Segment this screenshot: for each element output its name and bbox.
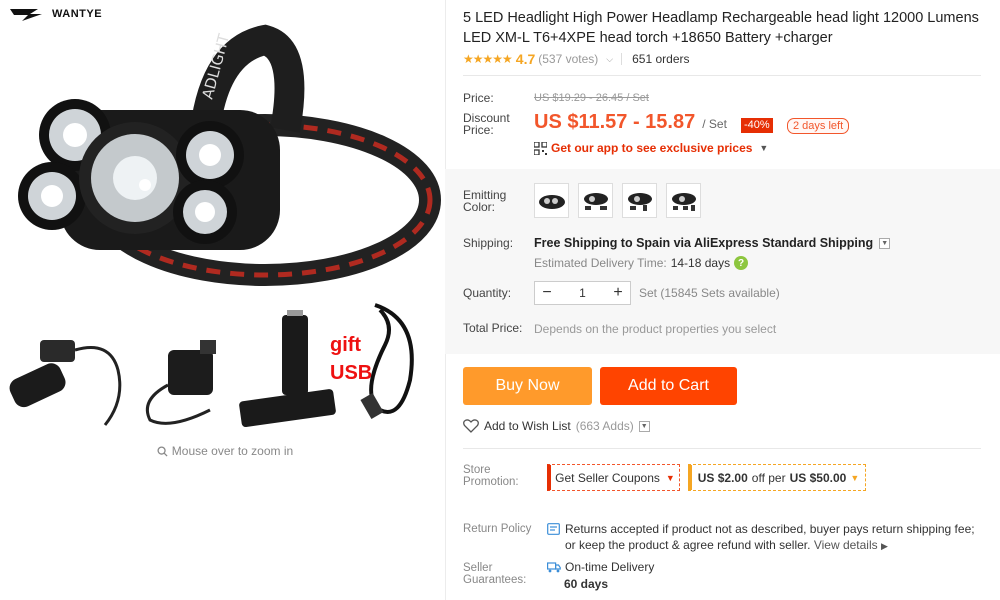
- delivery-estimate: Estimated Delivery Time: 14-18 days ?: [534, 256, 749, 270]
- emitting-color-label: Emitting Color:: [463, 188, 507, 214]
- original-price: US $19.29 - 26.45 / Set: [534, 92, 649, 104]
- decrement-button[interactable]: −: [535, 282, 559, 304]
- help-icon[interactable]: ?: [734, 256, 749, 270]
- color-swatch[interactable]: [578, 183, 613, 218]
- view-details-link[interactable]: View details ▶: [814, 538, 888, 552]
- return-policy-text: Returns accepted if product not as descr…: [565, 522, 975, 552]
- zoom-hint-text: Mouse over to zoom in: [171, 444, 294, 458]
- batteries: [239, 310, 336, 428]
- heart-icon: [463, 419, 479, 433]
- seller-guarantees-label: Seller Guarantees:: [463, 562, 527, 586]
- return-policy-label: Return Policy: [463, 523, 532, 535]
- delivery-truck-icon: [547, 561, 561, 572]
- quantity-input[interactable]: 1: [559, 286, 606, 300]
- guarantee-text: On-time Delivery: [565, 560, 655, 574]
- zoom-hint: Mouse over to zoom in: [0, 444, 450, 458]
- caret-down-icon: ▼: [850, 472, 860, 483]
- caret-down-icon: ▼: [759, 143, 769, 153]
- usb-cable: [369, 303, 414, 414]
- total-price-label: Total Price:: [463, 321, 523, 335]
- brand-logo: WANTYE: [8, 6, 102, 22]
- gift-text: gift: [330, 334, 361, 356]
- buy-now-button[interactable]: Buy Now: [463, 367, 592, 405]
- quantity-stepper: − 1 +: [534, 281, 631, 305]
- shipping-method[interactable]: Free Shipping to Spain via AliExpress St…: [534, 236, 891, 250]
- store-promotion-label: Store Promotion:: [463, 464, 519, 488]
- wall-charger: [145, 340, 216, 425]
- divider: [621, 53, 623, 65]
- wishlist-count: (663 Adds): [575, 419, 634, 433]
- brand-name: WANTYE: [52, 8, 103, 20]
- chevron-down-icon[interactable]: ▼: [638, 420, 650, 432]
- get-seller-coupons-button[interactable]: Get Seller Coupons ▼: [547, 464, 680, 491]
- deal-amount: US $2.00: [697, 470, 748, 485]
- app-promo-link[interactable]: Get our app to see exclusive prices ▼: [534, 141, 768, 155]
- discount-badge: -40%: [741, 118, 773, 133]
- orders-count: 651 orders: [632, 52, 690, 66]
- divider: [463, 448, 981, 449]
- guarantee-item: On-time Delivery: [547, 560, 654, 574]
- product-image[interactable]: ADLIGHT gift USB: [0, 0, 450, 440]
- lamp-bottom-left: [18, 162, 86, 230]
- headlamp-thumbnail-icon: [583, 192, 608, 210]
- quantity-label: Quantity:: [463, 286, 512, 300]
- lamp-bottom-right: [173, 180, 237, 244]
- qr-code-icon: [534, 141, 547, 155]
- deal-middle: off per: [751, 470, 786, 485]
- magnifier-icon: [157, 445, 168, 457]
- delivery-estimate-label: Estimated Delivery Time:: [534, 256, 667, 270]
- return-policy: Returns accepted if product not as descr…: [547, 521, 987, 554]
- app-promo-text: Get our app to see exclusive prices: [551, 141, 753, 155]
- caret-right-icon: ▶: [881, 541, 888, 551]
- headlamp-thumbnail-icon: [627, 192, 652, 211]
- rating-value[interactable]: 4.7: [516, 51, 535, 67]
- price-unit: / Set: [702, 117, 727, 131]
- rating-stars: ★★★★★: [463, 52, 513, 66]
- brand-logo-icon: [10, 9, 42, 21]
- discount-price: US $11.57 - 15.87 / Set: [534, 111, 727, 134]
- shipping-method-text: Free Shipping to Spain via AliExpress St…: [534, 236, 874, 250]
- total-price-value: Depends on the product properties you se…: [534, 322, 777, 336]
- caret-down-icon: ▼: [665, 472, 675, 483]
- store-deal[interactable]: US $2.00 off per US $50.00 ▼: [688, 464, 866, 491]
- rating-row: ★★★★★ 4.7 (537 votes) ⌵ 651 orders: [463, 51, 690, 67]
- headlamp-thumbnail-icon: [671, 192, 696, 211]
- headlamp-thumbnail-icon: [538, 194, 565, 209]
- wishlist-link[interactable]: Add to Wish List (663 Adds) ▼: [463, 419, 650, 433]
- coupon-button-text: Get Seller Coupons: [555, 470, 660, 485]
- shipping-label: Shipping:: [463, 236, 514, 250]
- usb-text: USB: [330, 362, 372, 384]
- product-gallery: ADLIGHT gift USB WANTYE Mouse over to zo…: [0, 0, 450, 600]
- wishlist-text: Add to Wish List: [484, 419, 571, 433]
- quantity-available: Set (15845 Sets available): [639, 286, 780, 300]
- price-label: Price:: [463, 91, 494, 105]
- color-swatch[interactable]: [622, 183, 657, 218]
- product-info: 5 LED Headlight High Power Headlamp Rech…: [463, 0, 1000, 600]
- car-charger: [9, 340, 122, 426]
- increment-button[interactable]: +: [606, 282, 630, 304]
- deal-threshold: US $50.00: [789, 470, 847, 485]
- product-title: 5 LED Headlight High Power Headlamp Rech…: [463, 10, 979, 46]
- add-to-cart-button[interactable]: Add to Cart: [600, 367, 737, 405]
- discount-price-label: Discount Price:: [463, 111, 510, 137]
- chevron-down-icon[interactable]: ⌵: [606, 54, 613, 65]
- chevron-down-icon[interactable]: ▼: [879, 237, 891, 249]
- lamp-top-right: [176, 121, 244, 189]
- votes-count[interactable]: (537 votes): [538, 52, 598, 66]
- color-swatch[interactable]: [534, 183, 569, 218]
- return-box-icon: [547, 523, 560, 535]
- color-swatches: [534, 183, 701, 218]
- divider: [463, 75, 981, 76]
- time-left-badge: 2 days left: [787, 118, 850, 134]
- view-details-text: View details: [813, 538, 878, 552]
- guarantee-days: 60 days: [564, 577, 609, 591]
- delivery-estimate-days: 14-18 days: [670, 256, 731, 270]
- color-swatch[interactable]: [666, 183, 701, 218]
- discount-price-value: US $11.57 - 15.87: [534, 111, 696, 133]
